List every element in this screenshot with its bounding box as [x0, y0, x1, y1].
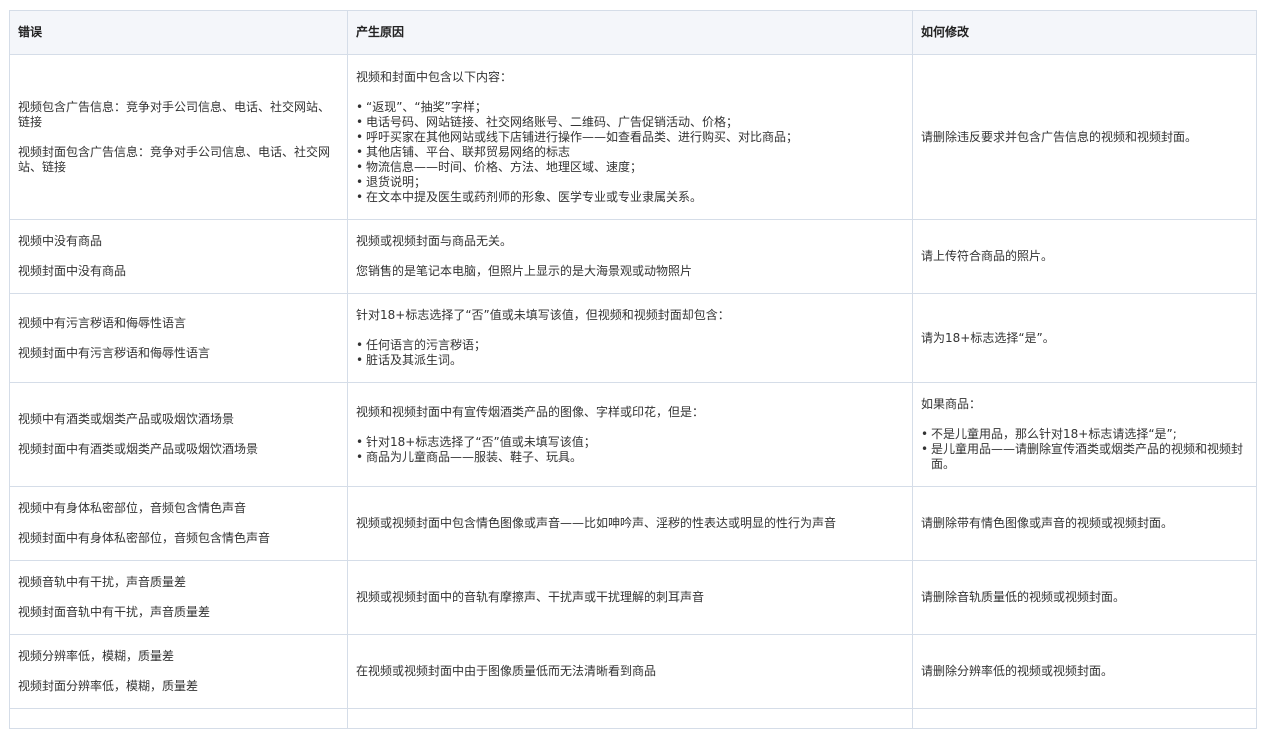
error-text: 视频音轨中有干扰，声音质量差 — [18, 575, 187, 589]
table-row: 视频中有污言秽语和侮辱性语言 视频封面中有污言秽语和侮辱性语言 针对18+标志选… — [9, 293, 1257, 383]
error-text: 视频封面包含广告信息：竞争对手公司信息、电话、社交网站、链接 — [18, 144, 331, 174]
error-text: 视频封面分辨率低，模糊，质量差 — [18, 679, 199, 693]
error-cell: 视频中有身体私密部位，音频包含情色声音 视频封面中有身体私密部位，音频包含情色声… — [9, 486, 348, 561]
cause-text: 您销售的是笔记本电脑，但照片上显示的是大海景观或动物照片 — [356, 264, 693, 278]
cause-text: 在视频或视频封面中由于图像质量低而无法清晰看到商品 — [356, 664, 657, 678]
table-row: 视频包含广告信息：竞争对手公司信息、电话、社交网站、链接 视频封面包含广告信息：… — [9, 54, 1257, 220]
error-cell — [9, 708, 348, 729]
error-text: 视频中有污言秽语和侮辱性语言 — [18, 315, 187, 330]
list-item: 呼吁买家在其他网站或线下店铺进行操作——如查看品类、进行购买、对比商品； — [356, 130, 904, 145]
list-item: 物流信息——时间、价格、方法、地理区域、速度； — [356, 160, 904, 175]
error-cell: 视频中有酒类或烟类产品或吸烟饮酒场景 视频封面中有酒类或烟类产品或吸烟饮酒场景 — [9, 382, 348, 487]
error-text: 视频封面中没有商品 — [18, 264, 127, 278]
fix-text: 请删除音轨质量低的视频或视频封面。 — [921, 590, 1126, 604]
cause-cell: 视频和视频封面中有宣传烟酒类产品的图像、字样或印花，但是： 针对18+标志选择了… — [347, 382, 913, 487]
error-text: 视频封面音轨中有干扰，声音质量差 — [18, 605, 211, 619]
cause-cell: 针对18+标志选择了“否”值或未填写该值，但视频和视频封面却包含： 任何语言的污… — [347, 293, 913, 383]
cause-cell: 视频或视频封面中的音轨有摩擦声、干扰声或干扰理解的刺耳声音 — [347, 560, 913, 635]
requirements-table-container: 错误 产生原因 如何修改 视频包含广告信息：竞争对手公司信息、电话、社交网站、链… — [9, 10, 1257, 729]
cause-list: “返现”、“抽奖”字样； 电话号码、网站链接、社交网络账号、二维码、广告促销活动… — [356, 100, 904, 205]
list-item: 在文本中提及医生或药剂师的形象、医学专业或专业隶属关系。 — [356, 190, 904, 205]
cause-cell — [347, 708, 913, 729]
cause-cell: 视频和封面中包含以下内容： “返现”、“抽奖”字样； 电话号码、网站链接、社交网… — [347, 54, 913, 220]
fix-text: 请为18+标志选择“是”。 — [921, 330, 1055, 345]
fix-cell: 请删除分辨率低的视频或视频封面。 — [912, 634, 1257, 709]
error-cell: 视频中没有商品 视频封面中没有商品 — [9, 219, 348, 294]
cause-list: 针对18+标志选择了“否”值或未填写该值； 商品为儿童商品——服装、鞋子、玩具。 — [356, 435, 904, 465]
error-text: 视频中有身体私密部位，音频包含情色声音 — [18, 501, 247, 515]
error-text: 视频中没有商品 — [18, 234, 103, 248]
fix-cell: 如果商品： 不是儿童用品，那么针对18+标志请选择“是”; 是儿童用品——请删除… — [912, 382, 1257, 487]
list-item: 电话号码、网站链接、社交网络账号、二维码、广告促销活动、价格； — [356, 115, 904, 130]
table-header-row: 错误 产生原因 如何修改 — [9, 10, 1257, 55]
header-error: 错误 — [9, 10, 348, 55]
header-fix: 如何修改 — [912, 10, 1257, 55]
fix-text: 请删除分辨率低的视频或视频封面。 — [921, 664, 1114, 678]
fix-cell: 请上传符合商品的照片。 — [912, 219, 1257, 294]
table-row: 视频中没有商品 视频封面中没有商品 视频或视频封面与商品无关。 您销售的是笔记本… — [9, 219, 1257, 294]
fix-cell — [912, 708, 1257, 729]
cause-text: 视频或视频封面中的音轨有摩擦声、干扰声或干扰理解的刺耳声音 — [356, 590, 705, 604]
fix-text: 请删除带有情色图像或声音的视频或视频封面。 — [921, 516, 1174, 530]
cause-cell: 视频或视频封面中包含情色图像或声音——比如呻吟声、淫秽的性表达或明显的性行为声音 — [347, 486, 913, 561]
video-error-table: 错误 产生原因 如何修改 视频包含广告信息：竞争对手公司信息、电话、社交网站、链… — [9, 10, 1257, 729]
error-text: 视频包含广告信息：竞争对手公司信息、电话、社交网站、链接 — [18, 99, 331, 129]
fix-text: 请上传符合商品的照片。 — [921, 249, 1054, 263]
table-row: 视频中有酒类或烟类产品或吸烟饮酒场景 视频封面中有酒类或烟类产品或吸烟饮酒场景 … — [9, 382, 1257, 487]
list-item: 脏话及其派生词。 — [356, 353, 904, 368]
fix-lead: 如果商品： — [921, 397, 982, 411]
error-text: 视频封面中有身体私密部位，音频包含情色声音 — [18, 531, 271, 545]
table-row: 视频中有身体私密部位，音频包含情色声音 视频封面中有身体私密部位，音频包含情色声… — [9, 486, 1257, 561]
fix-cell: 请删除音轨质量低的视频或视频封面。 — [912, 560, 1257, 635]
fix-list: 不是儿童用品，那么针对18+标志请选择“是”; 是儿童用品——请删除宣传酒类或烟… — [921, 427, 1248, 472]
table-row: 视频分辨率低，模糊，质量差 视频封面分辨率低，模糊，质量差 在视频或视频封面中由… — [9, 634, 1257, 709]
cause-text: 视频或视频封面与商品无关。 — [356, 234, 513, 248]
fix-cell: 请删除违反要求并包含广告信息的视频和视频封面。 — [912, 54, 1257, 220]
cause-lead: 视频和视频封面中有宣传烟酒类产品的图像、字样或印花，但是： — [356, 404, 705, 419]
cause-lead: 针对18+标志选择了“否”值或未填写该值，但视频和视频封面却包含： — [356, 308, 730, 322]
error-cell: 视频音轨中有干扰，声音质量差 视频封面音轨中有干扰，声音质量差 — [9, 560, 348, 635]
error-cell: 视频包含广告信息：竞争对手公司信息、电话、社交网站、链接 视频封面包含广告信息：… — [9, 54, 348, 220]
list-item: 退货说明； — [356, 175, 904, 190]
error-text: 视频中有酒类或烟类产品或吸烟饮酒场景 — [18, 412, 235, 426]
list-item: 商品为儿童商品——服装、鞋子、玩具。 — [356, 450, 904, 465]
fix-cell: 请删除带有情色图像或声音的视频或视频封面。 — [912, 486, 1257, 561]
list-item: 不是儿童用品，那么针对18+标志请选择“是”; — [921, 427, 1248, 442]
list-item: 其他店铺、平台、联邦贸易网络的标志 — [356, 145, 904, 160]
error-text: 视频封面中有酒类或烟类产品或吸烟饮酒场景 — [18, 442, 259, 456]
list-item: 针对18+标志选择了“否”值或未填写该值； — [356, 435, 904, 450]
cause-list: 任何语言的污言秽语； 脏话及其派生词。 — [356, 338, 904, 368]
header-cause: 产生原因 — [347, 10, 913, 55]
table-row: 视频音轨中有干扰，声音质量差 视频封面音轨中有干扰，声音质量差 视频或视频封面中… — [9, 560, 1257, 635]
cause-cell: 视频或视频封面与商品无关。 您销售的是笔记本电脑，但照片上显示的是大海景观或动物… — [347, 219, 913, 294]
error-cell: 视频中有污言秽语和侮辱性语言 视频封面中有污言秽语和侮辱性语言 — [9, 293, 348, 383]
fix-text: 请删除违反要求并包含广告信息的视频和视频封面。 — [921, 129, 1198, 144]
cause-lead: 视频和封面中包含以下内容： — [356, 69, 513, 84]
error-text: 视频封面中有污言秽语和侮辱性语言 — [18, 345, 211, 360]
list-item: 是儿童用品——请删除宣传酒类或烟类产品的视频和视频封面。 — [921, 442, 1248, 472]
cause-cell: 在视频或视频封面中由于图像质量低而无法清晰看到商品 — [347, 634, 913, 709]
error-cell: 视频分辨率低，模糊，质量差 视频封面分辨率低，模糊，质量差 — [9, 634, 348, 709]
cause-text: 视频或视频封面中包含情色图像或声音——比如呻吟声、淫秽的性表达或明显的性行为声音 — [356, 516, 837, 530]
fix-cell: 请为18+标志选择“是”。 — [912, 293, 1257, 383]
table-row — [9, 708, 1257, 729]
list-item: 任何语言的污言秽语； — [356, 338, 904, 353]
error-text: 视频分辨率低，模糊，质量差 — [18, 649, 175, 663]
list-item: “返现”、“抽奖”字样； — [356, 100, 904, 115]
